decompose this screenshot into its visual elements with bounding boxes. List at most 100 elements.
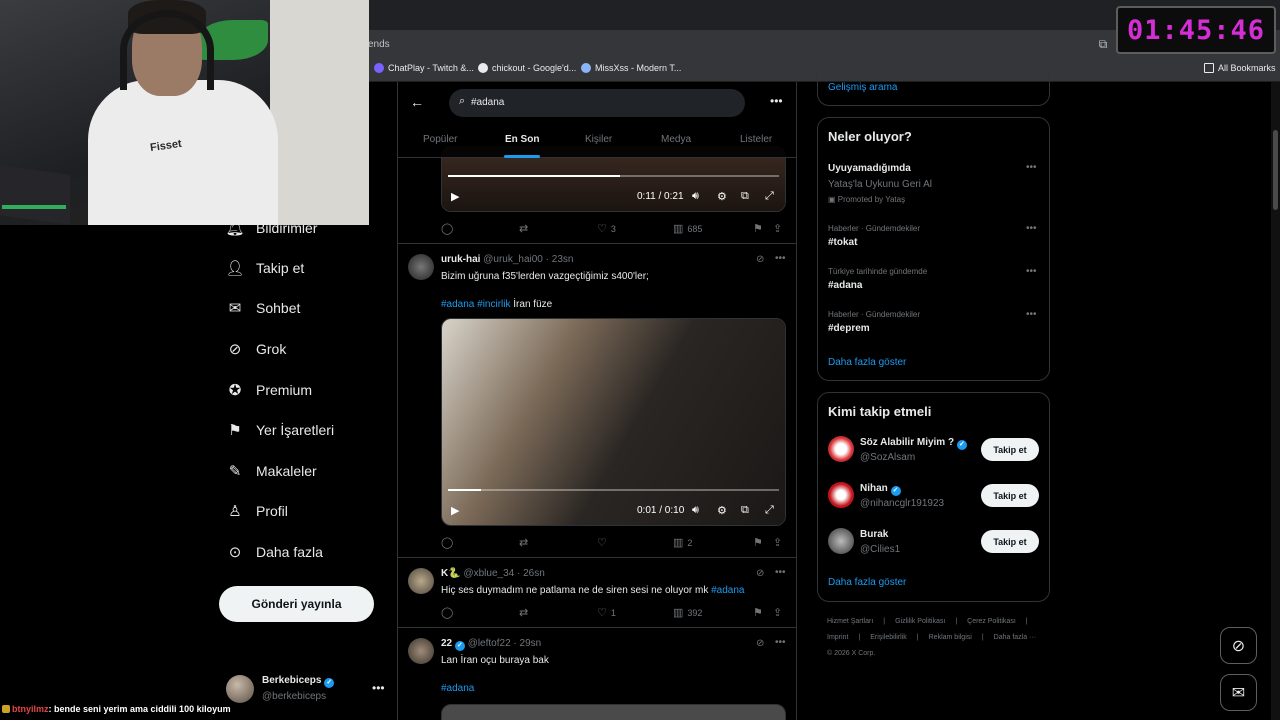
bookmark-button[interactable]: ⚑ [753,222,763,235]
bookmark-chickout[interactable]: chickout - Google'd... [478,63,576,73]
more-icon[interactable]: ••• [372,681,385,695]
hashtag-link[interactable]: #adana #incirlik [441,299,511,310]
more-icon[interactable]: ••• [1026,223,1037,234]
play-icon[interactable]: ▶ [451,190,459,203]
footer-link[interactable]: Imprint [827,634,848,641]
nav-articles[interactable]: ✎ Makaleler [226,457,317,485]
more-icon[interactable]: ••• [775,567,786,578]
bookmark-chatplay[interactable]: ChatPlay - Twitch &... [374,63,474,73]
footer-link[interactable]: Reklam bilgisi [929,634,972,641]
more-icon[interactable]: ••• [770,94,783,108]
avatar[interactable] [408,254,434,280]
share-button[interactable]: ⇪ [773,222,782,235]
trend-name[interactable]: #deprem [828,323,870,334]
retweet-button[interactable]: ⇄ [519,536,528,549]
footer-link[interactable]: Daha fazla ··· [994,634,1036,641]
follow-button[interactable]: Takip et [981,484,1039,507]
reply-button[interactable]: ◯ [441,536,453,549]
post-button[interactable]: Gönderi yayınla [219,586,374,622]
views-button[interactable]: ▥ 2 [673,536,692,549]
suggested-user-name[interactable]: Nihan ✓ [860,483,901,496]
tweet[interactable]: uruk-hai @uruk_hai00 · 23sn ⊘ ••• Bizim … [398,243,796,557]
show-more-trends-link[interactable]: Daha fazla göster [828,357,906,368]
video-progress[interactable] [448,489,779,491]
hashtag-link[interactable]: #adana [441,683,474,694]
tab-popular[interactable]: Popüler [423,134,457,145]
avatar[interactable] [408,638,434,664]
show-more-follow-link[interactable]: Daha fazla göster [828,577,906,588]
tweet[interactable]: 22 ✓ @leftof22 · 29sn ⊘ ••• Lan İran oçu… [398,627,796,720]
tweet-author[interactable]: uruk-hai @uruk_hai00 · 23sn [441,254,573,265]
tab-people[interactable]: Kişiler [585,134,612,145]
search-input[interactable]: ⌕ #adana [449,89,745,117]
footer-link[interactable]: Hizmet Şartları [827,618,873,625]
page-scrollbar[interactable] [1271,82,1280,720]
promoted-trend-title[interactable]: Uyuyamadığımda [828,163,911,174]
like-button[interactable]: ♡ 3 [597,222,616,235]
video-player[interactable]: ▶ 0:01 / 0:10 🔊︎ ⚙ ⧉ ⤢ [441,318,786,526]
more-icon[interactable]: ••• [775,637,786,648]
volume-icon[interactable]: 🔊︎ [692,504,699,517]
reply-button[interactable]: ◯ [441,606,453,619]
grok-fab[interactable]: ⊘ [1220,627,1257,664]
nav-grok[interactable]: ⊘ Grok [226,335,287,363]
retweet-button[interactable]: ⇄ [519,222,528,235]
volume-icon[interactable]: 🔊︎ [692,190,699,203]
account-switcher[interactable]: Berkebiceps ✓ @berkebiceps ••• [226,673,386,707]
tab-media[interactable]: Medya [661,134,691,145]
all-bookmarks[interactable]: All Bookmarks [1204,63,1276,73]
nav-bookmarks[interactable]: ⚑ Yer İşaretleri [226,416,334,444]
more-icon[interactable]: ••• [1026,266,1037,277]
install-app-icon[interactable]: ⧉ [1096,37,1110,51]
tweet-author[interactable]: K🐍 @xblue_34 · 26sn [441,568,545,579]
share-button[interactable]: ⇪ [773,606,782,619]
settings-icon[interactable]: ⚙ [717,504,727,517]
share-button[interactable]: ⇪ [773,536,782,549]
bookmark-button[interactable]: ⚑ [753,536,763,549]
trend-name[interactable]: #adana [828,280,862,291]
tab-lists[interactable]: Listeler [740,134,772,145]
advanced-search-link[interactable]: Gelişmiş arama [828,82,897,93]
fullscreen-icon[interactable]: ⤢ [765,190,774,203]
views-button[interactable]: ▥ 685 [673,222,702,235]
footer-link[interactable]: Çerez Politikası [967,618,1016,625]
nav-follow[interactable]: 👤︎ Takip et [225,254,304,282]
scrollbar-thumb[interactable] [1273,130,1278,210]
grok-icon[interactable]: ⊘ [756,638,764,649]
fullscreen-icon[interactable]: ⤢ [765,504,774,517]
views-button[interactable]: ▥ 392 [673,606,702,619]
avatar[interactable] [408,568,434,594]
tab-latest[interactable]: En Son [505,134,539,145]
messages-fab[interactable]: ✉ [1220,674,1257,711]
trend-name[interactable]: #tokat [828,237,857,248]
avatar[interactable] [828,528,854,554]
tweet[interactable]: K🐍 @xblue_34 · 26sn ⊘ ••• Hiç ses duymad… [398,557,796,627]
follow-button[interactable]: Takip et [981,438,1039,461]
follow-button[interactable]: Takip et [981,530,1039,553]
bookmark-button[interactable]: ⚑ [753,606,763,619]
nav-more[interactable]: ⊙ Daha fazla [226,538,323,566]
retweet-button[interactable]: ⇄ [519,606,528,619]
like-button[interactable]: ♡ 1 [597,606,616,619]
play-icon[interactable]: ▶ [451,504,459,517]
avatar[interactable] [828,482,854,508]
bookmark-missxss[interactable]: MissXss - Modern T... [581,63,681,73]
video-progress[interactable] [448,175,779,177]
nav-chat[interactable]: ✉ Sohbet [226,294,301,322]
back-arrow-icon[interactable]: ← [410,94,424,110]
more-icon[interactable]: ••• [1026,162,1037,173]
settings-icon[interactable]: ⚙ [717,190,727,203]
avatar[interactable] [828,436,854,462]
tweet-media[interactable] [441,704,786,720]
pip-icon[interactable]: ⧉ [741,504,749,517]
search-value[interactable]: #adana [471,97,504,108]
suggested-user-name[interactable]: Söz Alabilir Miyim ? ✓ [860,437,967,450]
nav-profile[interactable]: ♙ Profil [226,497,288,525]
grok-icon[interactable]: ⊘ [756,568,764,579]
pip-icon[interactable]: ⧉ [741,190,749,203]
reply-button[interactable]: ◯ [441,222,453,235]
address-text[interactable]: ends [368,39,390,50]
hashtag-link[interactable]: #adana [711,585,744,596]
nav-premium[interactable]: ✪ Premium [226,376,312,404]
like-button[interactable]: ♡ [597,536,607,549]
